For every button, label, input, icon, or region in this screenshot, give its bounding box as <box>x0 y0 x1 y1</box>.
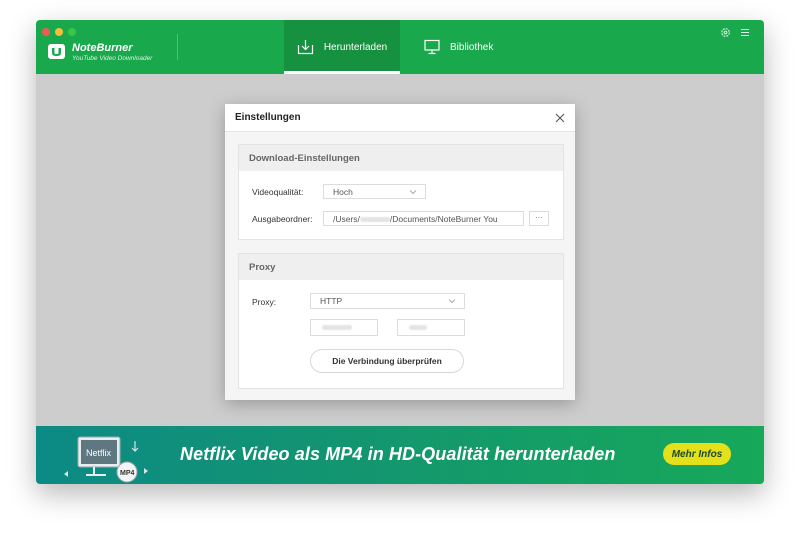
proxy-title: Proxy <box>249 262 276 273</box>
chevron-down-icon <box>409 190 417 195</box>
tab-bibliothek-label: Bibliothek <box>450 41 494 53</box>
output-folder-field[interactable]: /Users/ /Documents/NoteBurner You <box>323 211 524 226</box>
download-settings-header: Download-Einstellungen <box>239 145 563 171</box>
proxy-type-value: HTTP <box>320 296 343 306</box>
banner-art-badge: MP4 <box>120 470 135 477</box>
download-icon <box>297 40 313 55</box>
zoom-window-button[interactable] <box>68 28 76 36</box>
dialog-header: Einstellungen <box>225 104 575 132</box>
monitor-icon <box>424 39 440 55</box>
proxy-type-select[interactable]: HTTP <box>310 293 465 309</box>
title-bar: NoteBurner YouTube Video Downloader Heru… <box>36 20 764 74</box>
output-folder-prefix: /Users/ <box>333 214 360 224</box>
banner-art-label: Netflix <box>86 448 112 458</box>
settings-dialog: Einstellungen Download-Einstellungen Vid… <box>225 104 575 400</box>
dialog-title: Einstellungen <box>235 112 301 123</box>
proxy-label: Proxy: <box>252 297 277 307</box>
netflix-to-mp4-icon: Netflix MP4 <box>64 436 148 483</box>
header-divider <box>177 34 178 60</box>
proxy-host-field[interactable] <box>310 319 378 336</box>
promo-banner[interactable]: Netflix MP4 Netflix Video als MP4 in HD-… <box>36 426 764 484</box>
redacted-port <box>409 325 427 331</box>
output-folder-label: Ausgabeordner: <box>252 214 313 224</box>
video-quality-value: Hoch <box>333 187 353 197</box>
download-settings-card: Download-Einstellungen Videoqualität: Ho… <box>238 144 564 240</box>
more-info-button[interactable]: Mehr Infos <box>663 443 731 465</box>
settings-icon[interactable] <box>720 27 731 38</box>
redacted-username <box>359 217 390 223</box>
minimize-window-button[interactable] <box>55 28 63 36</box>
noteburner-logo-icon <box>48 44 65 59</box>
tab-herunterladen-label: Herunterladen <box>323 41 388 53</box>
browse-folder-button[interactable]: ··· <box>529 211 549 226</box>
banner-headline: Netflix Video als MP4 in HD-Qualität her… <box>180 444 616 464</box>
tab-bibliothek[interactable]: Bibliothek <box>422 20 524 74</box>
app-subtitle: YouTube Video Downloader <box>72 55 153 62</box>
proxy-port-field[interactable] <box>397 319 465 336</box>
close-window-button[interactable] <box>42 28 50 36</box>
proxy-header: Proxy <box>239 254 563 280</box>
tab-herunterladen[interactable]: Herunterladen <box>284 20 400 74</box>
app-name: NoteBurner <box>72 42 133 54</box>
video-quality-label: Videoqualität: <box>252 187 304 197</box>
proxy-card: Proxy Proxy: HTTP Die Verbindung überprü… <box>238 253 564 389</box>
video-quality-select[interactable]: Hoch <box>323 184 426 199</box>
download-settings-title: Download-Einstellungen <box>249 153 360 164</box>
menu-icon[interactable] <box>740 27 750 38</box>
chevron-down-icon <box>448 299 456 304</box>
output-folder-suffix: /Documents/NoteBurner You <box>389 214 498 224</box>
check-connection-button[interactable]: Die Verbindung überprüfen <box>310 349 464 373</box>
close-icon[interactable] <box>554 112 566 124</box>
redacted-host <box>322 325 352 331</box>
